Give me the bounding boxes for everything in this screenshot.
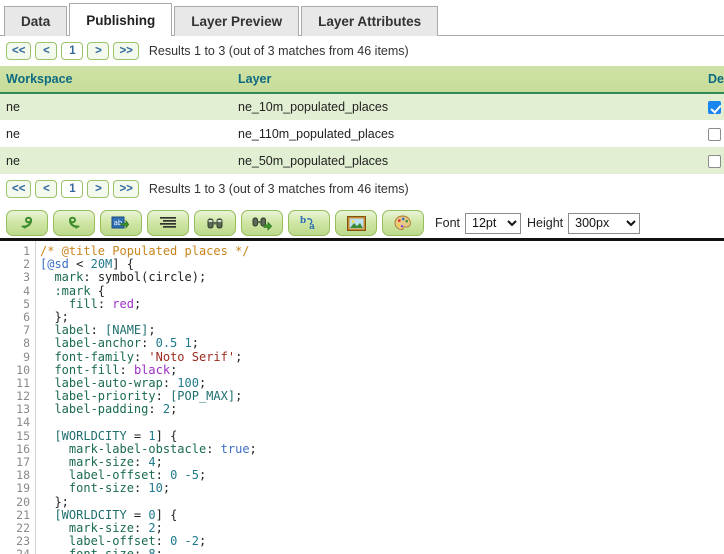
- cell-workspace: ne: [0, 120, 232, 148]
- line-number: 4: [23, 283, 30, 298]
- format-icon: [159, 216, 177, 230]
- replace-icon: b a: [299, 215, 319, 231]
- pager-page-1-button[interactable]: 1: [61, 42, 84, 60]
- cell-layer: ne_50m_populated_places: [232, 147, 702, 175]
- code-line: font-size: 10;: [68, 481, 171, 496]
- line-number: 10: [16, 362, 30, 377]
- line-number: 15: [16, 428, 30, 443]
- pager-first-button-bottom[interactable]: <<: [6, 180, 32, 199]
- geoserver-style-editor-page: Data Publishing Layer Preview Layer Attr…: [0, 0, 724, 554]
- code-line: :mark {: [54, 283, 106, 298]
- line-number: 24: [0, 548, 30, 554]
- table-row: ne ne_110m_populated_places: [0, 120, 724, 148]
- code-line: /* @title Populated places */: [40, 244, 250, 258]
- pager-last-button[interactable]: >>: [113, 42, 139, 60]
- cell-workspace: ne: [0, 93, 232, 121]
- pager-top: << < 1 > >> Results 1 to 3 (out of 3 mat…: [0, 36, 724, 66]
- find-icon: [206, 216, 224, 231]
- editor-toolbar: ab b a Font 12pt Height 300px: [0, 204, 724, 243]
- default-checkbox[interactable]: [708, 154, 721, 168]
- insert-attribute-icon: ab: [111, 215, 131, 231]
- layers-table: Workspace Layer Def ne ne_10m_populated_…: [0, 66, 724, 175]
- insert-attribute-button[interactable]: ab: [100, 210, 142, 237]
- code-content[interactable]: /* @title Populated places */[@sd < 20M]…: [36, 241, 724, 554]
- font-label: Font: [435, 216, 461, 231]
- editor-height-select[interactable]: 300px: [568, 212, 641, 234]
- tab-publishing[interactable]: Publishing: [69, 3, 173, 36]
- cell-workspace: ne: [0, 147, 232, 175]
- redo-icon: [65, 215, 83, 231]
- cell-layer: ne_110m_populated_places: [232, 120, 702, 148]
- redo-button[interactable]: [53, 210, 95, 237]
- image-icon: [346, 215, 366, 231]
- line-number-gutter: 1234567891011121314151617181920212223242…: [0, 241, 36, 554]
- height-label: Height: [527, 216, 564, 231]
- line-number: 8: [23, 336, 30, 351]
- svg-text:b: b: [300, 216, 306, 226]
- color-picker-button[interactable]: [382, 210, 424, 237]
- tab-layer-attributes[interactable]: Layer Attributes: [301, 6, 439, 36]
- tab-data[interactable]: Data: [4, 6, 68, 36]
- line-number: 5: [23, 296, 30, 311]
- line-number: 3: [23, 270, 30, 285]
- pager-first-button[interactable]: <<: [6, 42, 32, 60]
- column-header-default[interactable]: Def: [702, 66, 724, 94]
- code-line: [WORLDCITY = 0] {: [54, 507, 178, 522]
- find-next-button[interactable]: [241, 210, 283, 237]
- table-header-row: Workspace Layer Def: [0, 66, 724, 94]
- code-line: label-anchor: 0.5 1;: [54, 336, 199, 351]
- pager-page-1-button-bottom[interactable]: 1: [61, 180, 84, 199]
- format-button[interactable]: [147, 210, 189, 237]
- code-line: font-size: 8;: [40, 548, 724, 554]
- replace-button[interactable]: b a: [288, 210, 330, 237]
- pager-results-text: Results 1 to 3 (out of 3 matches from 46…: [148, 44, 409, 58]
- code-line: mark: symbol(circle);: [54, 270, 207, 285]
- insert-image-button[interactable]: [335, 210, 377, 237]
- code-line: };: [40, 494, 69, 509]
- line-number: 14: [16, 415, 30, 430]
- cell-default: [702, 120, 724, 148]
- code-line: label-padding: 2;: [54, 402, 178, 417]
- cell-default: [702, 93, 724, 121]
- code-line: fill: red;: [68, 296, 142, 311]
- pager-results-text-bottom: Results 1 to 3 (out of 3 matches from 46…: [148, 182, 409, 197]
- css-code-editor[interactable]: 1234567891011121314151617181920212223242…: [0, 238, 724, 554]
- pager-bottom: << < 1 > >> Results 1 to 3 (out of 3 mat…: [0, 174, 724, 204]
- tab-bar: Data Publishing Layer Preview Layer Attr…: [0, 0, 724, 36]
- pager-next-button-bottom[interactable]: >: [87, 180, 110, 199]
- color-palette-icon: [394, 215, 412, 231]
- find-next-icon: [252, 216, 272, 231]
- undo-icon: [18, 215, 36, 231]
- undo-button[interactable]: [6, 210, 48, 237]
- tab-layer-preview[interactable]: Layer Preview: [174, 6, 300, 36]
- line-number: 19: [16, 481, 30, 496]
- pager-prev-button[interactable]: <: [35, 42, 58, 60]
- table-row: ne ne_10m_populated_places: [0, 93, 724, 121]
- pager-prev-button-bottom[interactable]: <: [35, 180, 58, 199]
- svg-text:ab: ab: [114, 219, 123, 227]
- font-size-select[interactable]: 12pt: [465, 212, 522, 234]
- find-button[interactable]: [194, 210, 236, 237]
- line-number: 20: [16, 494, 30, 509]
- cell-default: [702, 147, 724, 175]
- default-checkbox[interactable]: [708, 101, 721, 115]
- column-header-workspace[interactable]: Workspace: [0, 66, 232, 94]
- pager-last-button-bottom[interactable]: >>: [113, 180, 139, 199]
- line-number: 21: [16, 507, 30, 522]
- line-number: 9: [23, 349, 30, 364]
- table-row: ne ne_50m_populated_places: [0, 147, 724, 175]
- default-checkbox[interactable]: [708, 127, 721, 141]
- column-header-layer[interactable]: Layer: [232, 66, 702, 94]
- pager-next-button[interactable]: >: [87, 42, 110, 60]
- cell-layer: ne_10m_populated_places: [232, 93, 702, 121]
